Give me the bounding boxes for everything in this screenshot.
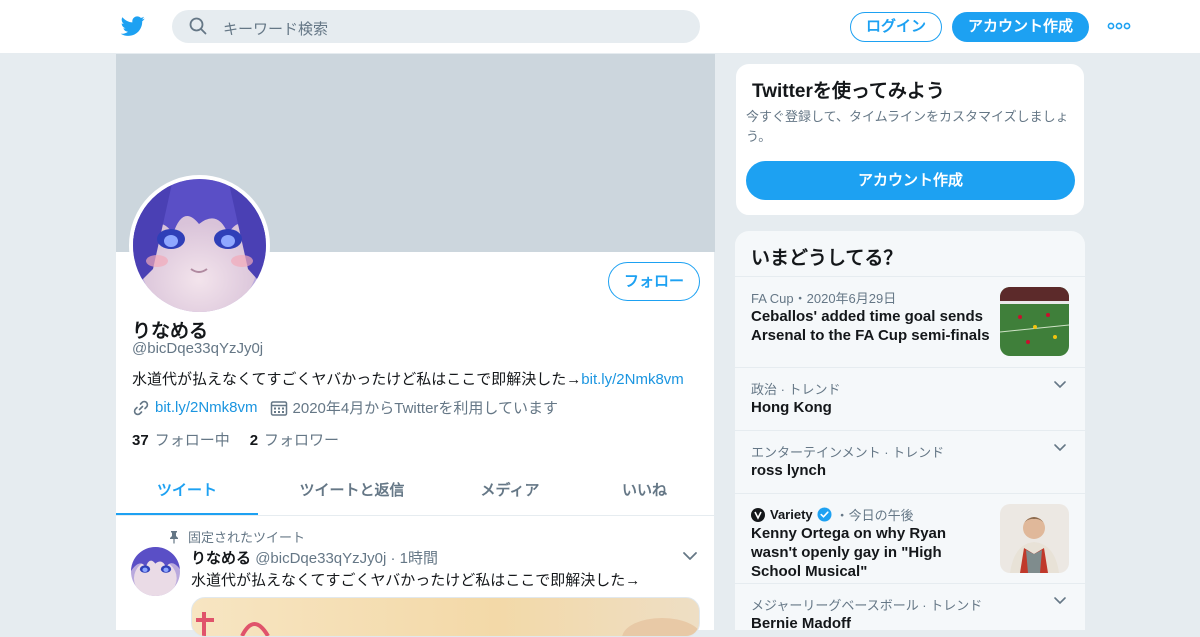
pinned-label-row: 固定されたツイート (168, 527, 305, 546)
trend-item[interactable]: FA Cup・2020年6月29日 Ceballos' added time g… (735, 276, 1085, 367)
anime-avatar-image (131, 547, 180, 596)
anime-avatar-image (133, 179, 266, 312)
login-button[interactable]: ログイン (850, 12, 942, 42)
tweet-text: 水道代が払えなくてすごくヤバかったけど私はここで即解決した→ (191, 572, 641, 589)
pinned-tweet[interactable]: 固定されたツイート りなめる @bicDqe33qYzJy0j · 1時間 水道… (116, 516, 715, 637)
profile-handle: @bicDqe33qYzJy0j (132, 340, 264, 357)
follow-counts: 37 フォロー中 2 フォロワー (132, 429, 359, 450)
tab-tweets[interactable]: ツイート (116, 468, 258, 515)
tweet-media-image[interactable] (191, 597, 700, 637)
profile-website-link[interactable]: bit.ly/2Nmk8vm (155, 399, 258, 416)
tweet-header: りなめる @bicDqe33qYzJy0j · 1時間 (191, 547, 438, 568)
trend-name: Hong Kong (751, 399, 832, 416)
profile-column: フォロー りなめる @bicDqe33qYzJy0j 水道代が払えなくてすごくヤ… (115, 54, 715, 637)
signup-button[interactable]: アカウント作成 (952, 12, 1089, 42)
tweet-media-preview (196, 612, 699, 636)
trend-item[interactable]: エンターテインメント · トレンド ross lynch (735, 430, 1085, 493)
trend-source-row: Variety ・今日の午後 (751, 505, 914, 524)
signup-card-button[interactable]: アカウント作成 (746, 161, 1075, 200)
profile-display-name: りなめる (132, 321, 209, 342)
trend-name: Bernie Madoff (751, 615, 852, 630)
trend-item[interactable]: メジャーリーグベースボール · トレンド Bernie Madoff (735, 583, 1085, 630)
trend-meta: 政治 · トレンド (751, 382, 841, 397)
profile-tabs: ツイート ツイートと返信 メディア いいね (116, 468, 715, 516)
search-icon (189, 17, 207, 35)
bio-link[interactable]: bit.ly/2Nmk8vm (581, 371, 684, 388)
link-icon (133, 400, 149, 415)
followers-count-link[interactable]: 2 フォロワー (250, 429, 339, 450)
joined-date: 2020年4月からTwitterを利用しています (292, 400, 558, 417)
calendar-icon (270, 400, 287, 416)
twitter-bird-logo-icon[interactable] (120, 14, 146, 38)
tab-likes[interactable]: いいね (574, 468, 715, 515)
trend-source-name: Variety (770, 507, 813, 522)
trend-thumbnail-football (1000, 287, 1069, 356)
trend-meta: メジャーリーグベースボール · トレンド (751, 598, 983, 613)
search-input[interactable]: キーワード検索 (172, 10, 700, 43)
tweet-timestamp[interactable]: · 1時間 (391, 550, 439, 567)
trends-panel: いまどうしてる？ FA Cup・2020年6月29日 Ceballos' add… (735, 231, 1085, 630)
pin-icon (170, 530, 178, 544)
signup-card: Twitterを使ってみよう 今すぐ登録して、タイムラインをカスタマイズしましょ… (735, 63, 1085, 216)
following-count-link[interactable]: 37 フォロー中 (132, 429, 230, 450)
tweet-author-name[interactable]: りなめる (191, 550, 251, 567)
trend-name: ross lynch (751, 462, 827, 479)
tab-media[interactable]: メディア (446, 468, 574, 515)
trends-title: いまどうしてる？ (751, 248, 903, 269)
trend-item[interactable]: Variety ・今日の午後 Kenny Ortega on why Ryan … (735, 493, 1085, 583)
signup-card-title: Twitterを使ってみよう (752, 81, 945, 102)
top-navigation-bar: キーワード検索 ログイン アカウント作成 (0, 0, 1200, 54)
follow-button[interactable]: フォロー (608, 262, 700, 301)
tweet-author-avatar[interactable] (131, 547, 180, 596)
chevron-down-icon[interactable] (1053, 443, 1067, 452)
trend-meta: ・今日の午後 (835, 508, 914, 523)
verified-badge-icon (817, 507, 832, 522)
tweet-author-handle[interactable]: @bicDqe33qYzJy0j (255, 550, 386, 567)
pinned-label: 固定されたツイート (188, 530, 306, 545)
tweet-menu-chevron-icon[interactable] (682, 551, 698, 561)
trend-headline: Ceballos' added time goal sends Arsenal … (751, 308, 990, 344)
search-placeholder: キーワード検索 (223, 21, 329, 38)
trend-headline: Kenny Ortega on why Ryan wasn't openly g… (751, 525, 947, 580)
tab-tweets-and-replies[interactable]: ツイートと返信 (258, 468, 446, 515)
profile-meta: bit.ly/2Nmk8vm 2020年4月からTwitterを利用しています (132, 397, 570, 418)
profile-bio: 水道代が払えなくてすごくヤバかったけど私はここで即解決した→bit.ly/2Nm… (132, 368, 684, 389)
trend-meta: FA Cup・2020年6月29日 (751, 291, 897, 306)
profile-avatar[interactable] (129, 175, 270, 316)
trend-thumbnail-portrait (1000, 504, 1069, 573)
chevron-down-icon[interactable] (1053, 596, 1067, 605)
signup-card-subtitle: 今すぐ登録して、タイムラインをカスタマイズしましょう。 (746, 109, 1069, 144)
variety-logo-icon (751, 507, 765, 522)
bio-text: 水道代が払えなくてすごくヤバかったけど私はここで即解決した→ (132, 371, 582, 388)
trend-meta: エンターテインメント · トレンド (751, 445, 945, 460)
more-options-icon[interactable] (1107, 22, 1131, 30)
trend-item[interactable]: 政治 · トレンド Hong Kong (735, 367, 1085, 430)
chevron-down-icon[interactable] (1053, 380, 1067, 389)
